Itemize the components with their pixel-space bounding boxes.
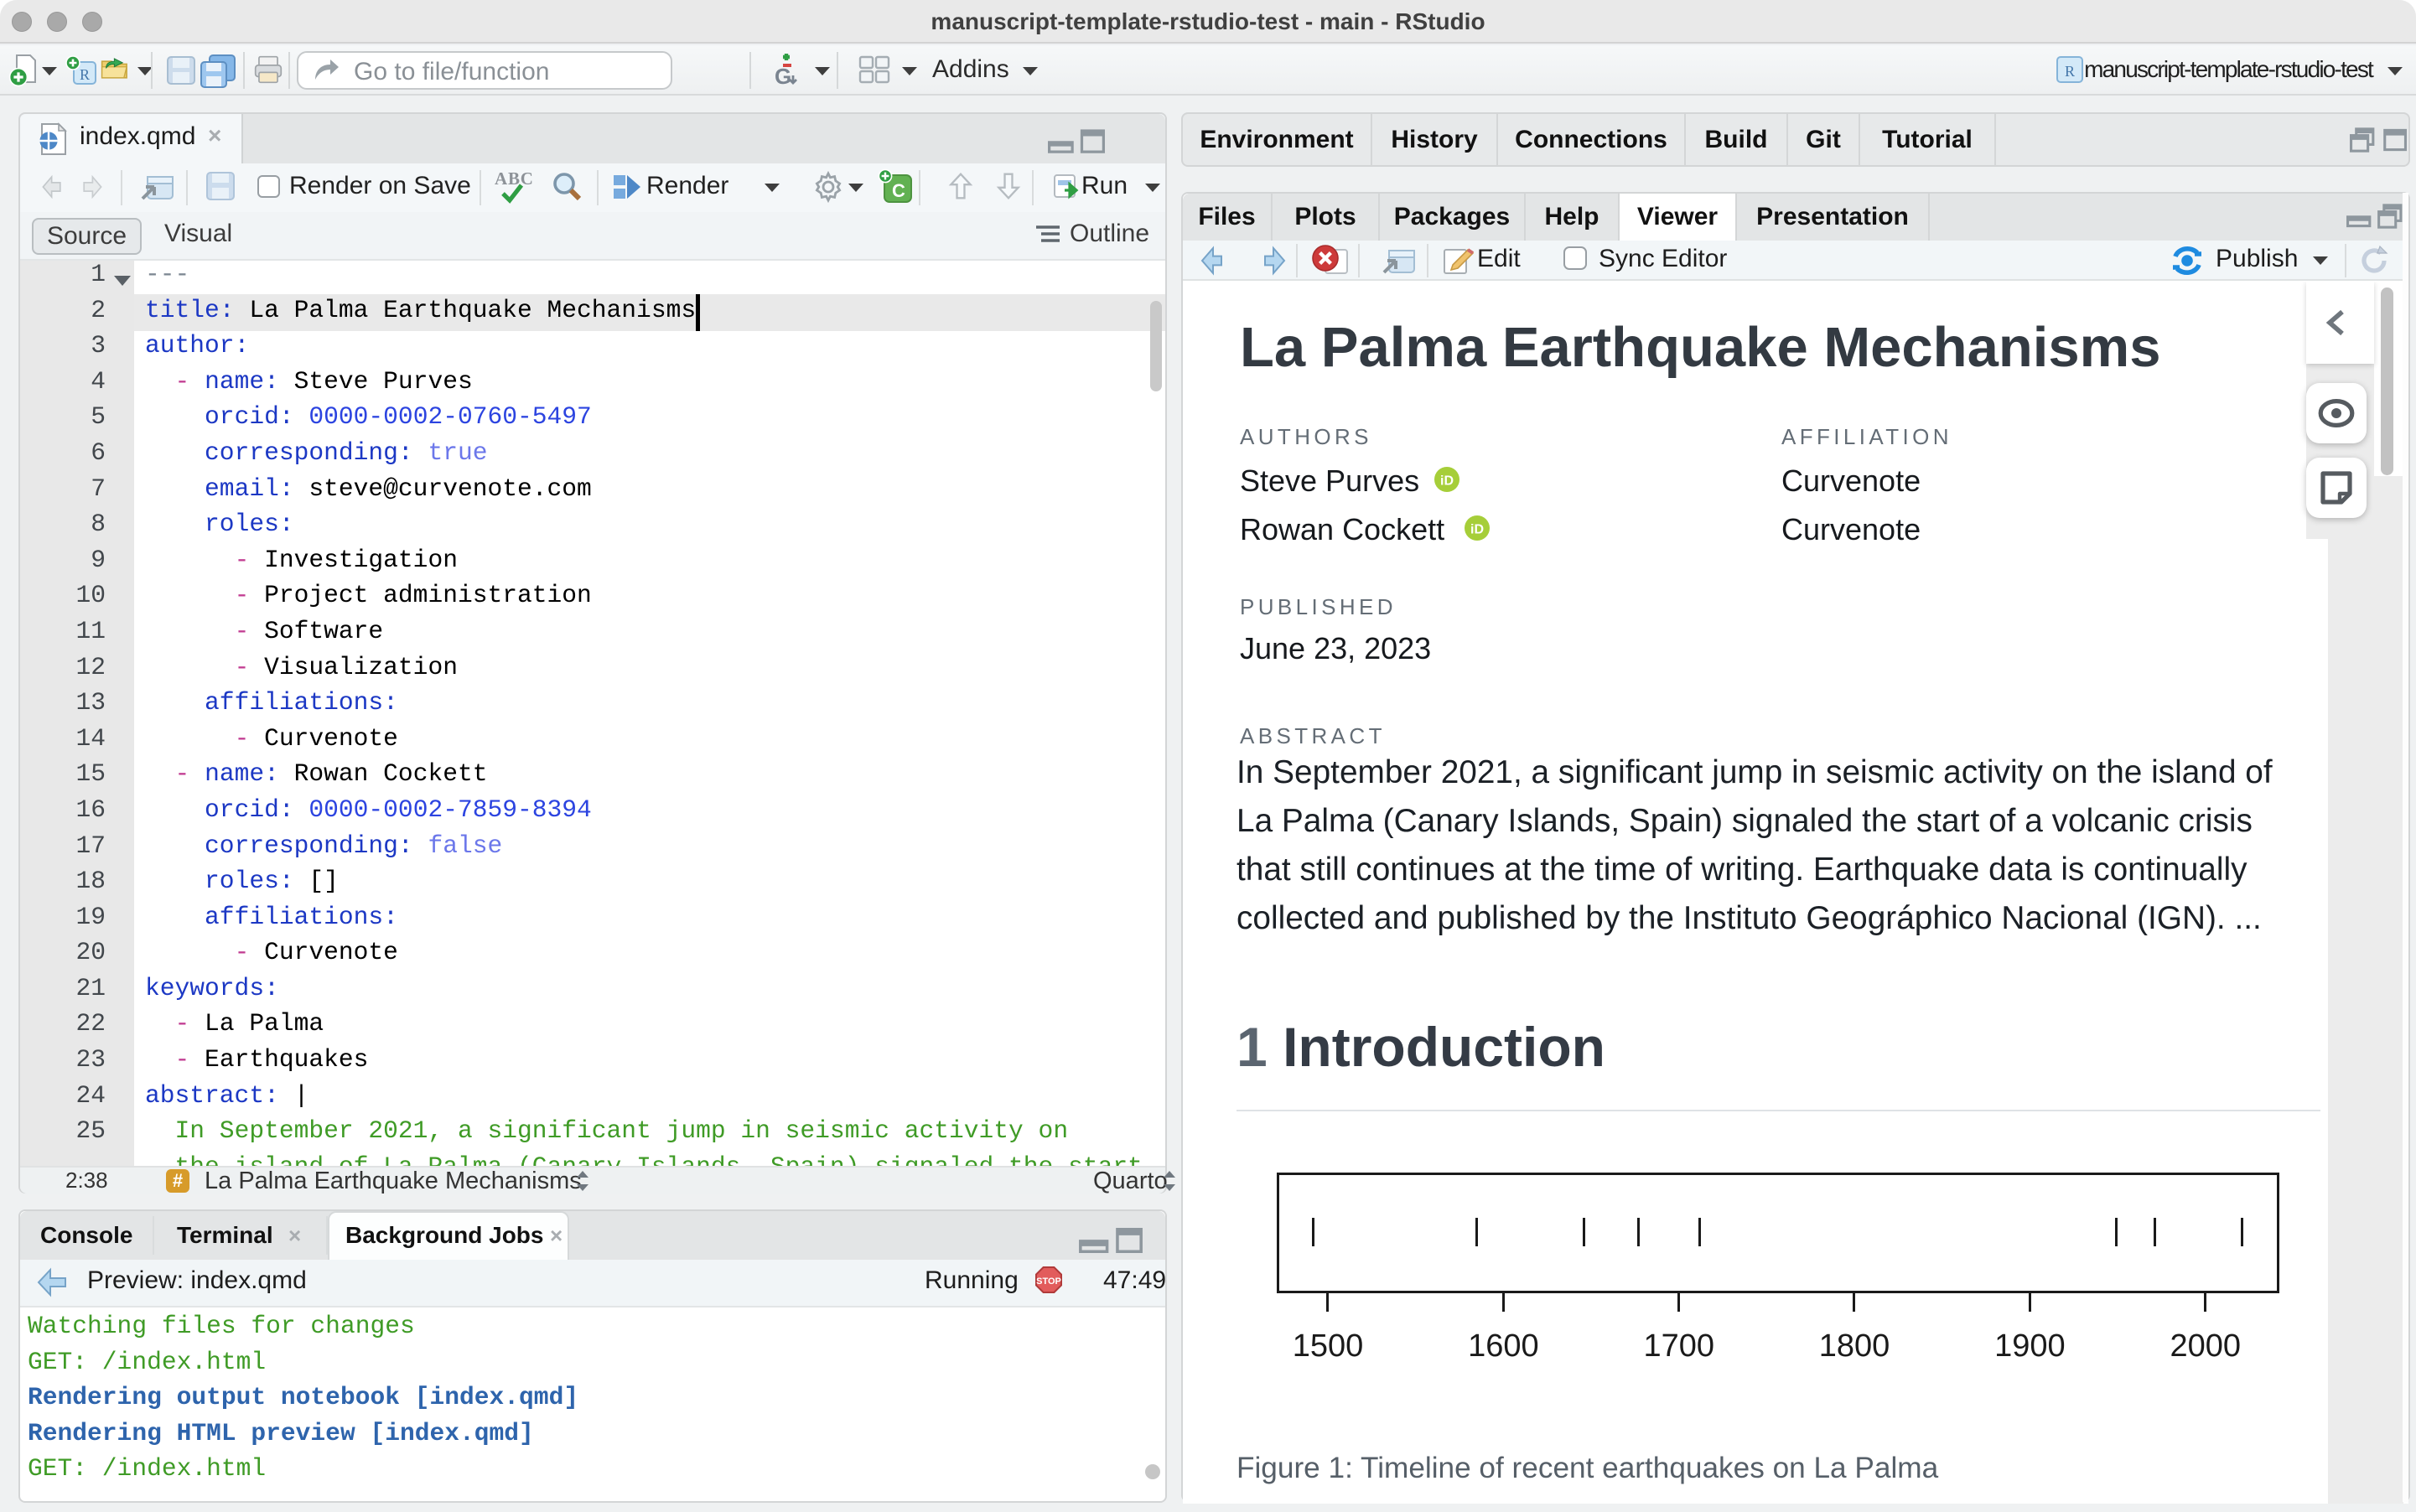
svg-text:R: R (80, 66, 90, 83)
svg-text:iD: iD (1440, 474, 1454, 489)
svg-text:R: R (2065, 63, 2075, 80)
svg-text:STOP: STOP (1036, 1276, 1061, 1287)
svg-text:C: C (892, 180, 905, 201)
svg-text:iD: iD (1470, 523, 1484, 537)
svg-text:G: G (775, 64, 791, 89)
